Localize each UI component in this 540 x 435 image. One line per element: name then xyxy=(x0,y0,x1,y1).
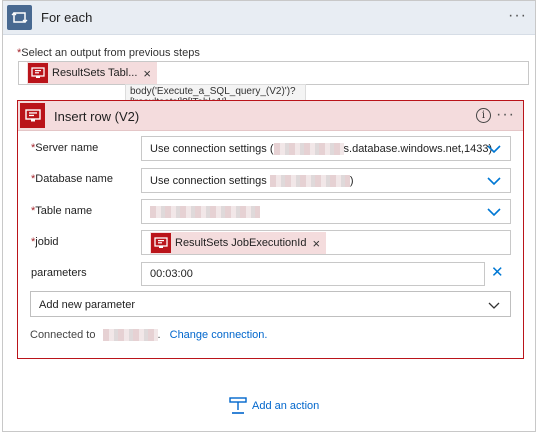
token-remove-button[interactable]: × xyxy=(143,66,151,81)
sql-server-icon xyxy=(28,63,48,83)
change-connection-link[interactable]: Change connection. xyxy=(170,329,268,341)
parameters-value: 00:03:00 xyxy=(150,268,193,280)
database-name-field[interactable]: Use connection settings ) xyxy=(141,168,511,193)
token-label: ResultSets JobExecutionId xyxy=(175,237,307,249)
redacted-text xyxy=(102,329,158,342)
select-output-label: *Select an output from previous steps xyxy=(17,47,200,59)
insert-row-more-menu[interactable]: ··· xyxy=(496,106,515,124)
chevron-down-icon[interactable] xyxy=(486,204,502,220)
insert-row-header[interactable]: Insert row (V2) i ··· xyxy=(18,101,523,131)
connection-info: Connected to . Change connection. xyxy=(30,329,268,342)
server-value-prefix: Use connection settings ( xyxy=(150,143,274,155)
insert-row-title: Insert row (V2) xyxy=(54,109,140,124)
server-name-label-text: Server name xyxy=(35,142,99,154)
chevron-down-icon[interactable] xyxy=(486,141,502,157)
jobid-label-text: jobid xyxy=(35,236,59,248)
insert-row-card: Insert row (V2) i ··· *Server name Use c… xyxy=(17,100,524,359)
database-name-label-text: Database name xyxy=(35,173,113,185)
jobid-label: *jobid xyxy=(31,236,59,248)
select-output-label-text: Select an output from previous steps xyxy=(21,47,200,59)
chevron-down-icon[interactable] xyxy=(486,173,502,189)
sql-server-icon xyxy=(20,103,45,128)
connected-to-text: Connected to xyxy=(30,329,96,341)
table-name-value xyxy=(150,206,260,219)
add-action-icon xyxy=(229,397,247,414)
info-icon[interactable]: i xyxy=(476,108,491,123)
chevron-down-icon xyxy=(488,302,500,309)
parameters-label: parameters xyxy=(31,267,87,279)
database-name-value: Use connection settings ) xyxy=(150,175,354,188)
parameters-field[interactable]: 00:03:00 xyxy=(141,262,485,286)
foreach-title: For each xyxy=(41,10,93,25)
redacted-text xyxy=(150,206,260,219)
foreach-header[interactable]: For each ··· xyxy=(3,1,535,35)
server-name-field[interactable]: Use connection settings ( s.database.wind… xyxy=(141,136,511,161)
table-name-label: *Table name xyxy=(31,205,92,217)
loop-icon xyxy=(7,5,32,30)
database-value-suffix: ) xyxy=(349,175,354,187)
table-name-label-text: Table name xyxy=(35,205,93,217)
add-new-parameter-dropdown[interactable]: Add new parameter xyxy=(30,291,511,317)
select-output-field[interactable]: ResultSets Tabl... × xyxy=(18,61,529,85)
add-action-label: Add an action xyxy=(252,400,320,412)
table-name-field[interactable] xyxy=(141,199,511,224)
database-name-label: *Database name xyxy=(31,173,113,185)
connected-suffix: . xyxy=(157,329,161,341)
redacted-text xyxy=(273,143,344,156)
server-value-suffix: s.database.windows.net,1433) xyxy=(343,143,493,155)
resultsets-token[interactable]: ResultSets Tabl... × xyxy=(27,62,157,84)
redacted-text xyxy=(269,175,350,188)
server-name-value: Use connection settings ( s.database.wind… xyxy=(150,143,493,156)
server-name-label: *Server name xyxy=(31,142,98,154)
foreach-more-menu[interactable]: ··· xyxy=(508,7,527,25)
database-value-prefix: Use connection settings xyxy=(150,175,267,187)
add-action-button[interactable]: Add an action xyxy=(229,397,319,415)
token-label: ResultSets Tabl... xyxy=(52,67,138,79)
add-new-parameter-label: Add new parameter xyxy=(39,299,135,311)
jobexecutionid-token[interactable]: ResultSets JobExecutionId × xyxy=(150,232,327,254)
tooltip-line-1: body('Execute_a_SQL_query_(V2)')? xyxy=(130,86,296,97)
remove-parameter-button[interactable]: ✕ xyxy=(491,263,504,281)
jobid-field[interactable]: ResultSets JobExecutionId × xyxy=(141,230,511,255)
token-remove-button[interactable]: × xyxy=(312,236,320,251)
sql-server-icon xyxy=(151,233,171,253)
